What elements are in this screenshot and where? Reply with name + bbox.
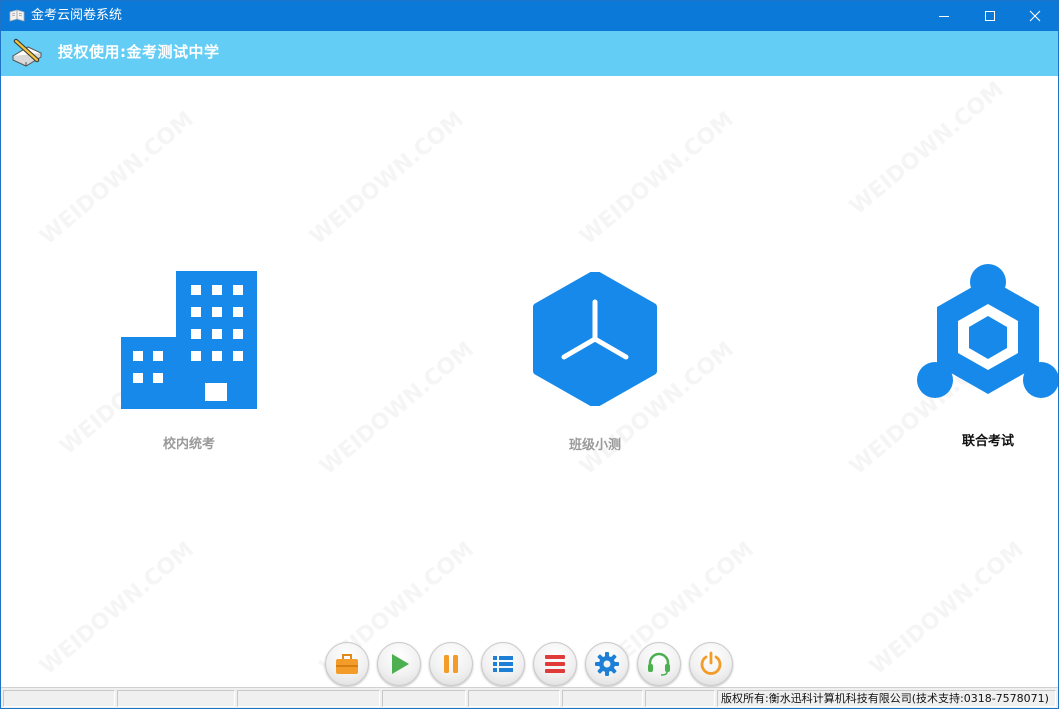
- hexagon-node-icon: [533, 270, 657, 408]
- mode-class-quiz-label: 班级小测: [568, 438, 621, 453]
- settings-button[interactable]: [585, 642, 629, 686]
- briefcase-icon: [336, 654, 358, 674]
- watermark-6: WEIDOWN.COM: [315, 337, 479, 480]
- status-cell-5: [468, 690, 560, 707]
- watermark-12: WEIDOWN.COM: [865, 537, 1029, 680]
- pause-icon: [444, 655, 458, 673]
- support-button[interactable]: [637, 642, 681, 686]
- mode-joint-exam-label: 联合考试: [961, 434, 1014, 449]
- mode-school-exam[interactable]: 校内统考: [119, 271, 259, 454]
- close-button[interactable]: [1012, 1, 1058, 31]
- license-text: 授权使用:金考测试中学: [58, 43, 220, 61]
- maximize-icon: [985, 11, 995, 21]
- menu-button[interactable]: [533, 642, 577, 686]
- mode-class-quiz[interactable]: 班级小测: [533, 270, 657, 455]
- app-window: 金考云阅卷系统 授权使用:金考测试中学 WEIDOWN.COM WEIDOWN.…: [0, 0, 1059, 709]
- gear-icon: [595, 652, 619, 676]
- title-bar[interactable]: 金考云阅卷系统: [1, 1, 1058, 31]
- watermark-1: WEIDOWN.COM: [35, 107, 199, 250]
- menu-icon: [545, 655, 565, 673]
- play-button[interactable]: [377, 642, 421, 686]
- status-cell-4: [382, 690, 466, 707]
- watermark-9: WEIDOWN.COM: [35, 537, 199, 680]
- minimize-icon: [939, 16, 949, 17]
- close-icon: [1029, 10, 1041, 22]
- status-cell-7: [645, 690, 715, 707]
- headset-icon: [648, 652, 670, 676]
- mode-joint-exam[interactable]: 联合考试: [915, 264, 1058, 451]
- mode-school-exam-label: 校内统考: [162, 437, 215, 452]
- status-bar: 版权所有:衡水迅科计算机科技有限公司(技术支持:0318-7578071): [1, 687, 1058, 708]
- window-title: 金考云阅卷系统: [31, 8, 123, 23]
- briefcase-button[interactable]: [325, 642, 369, 686]
- copyright-text: 版权所有:衡水迅科计算机科技有限公司(技术支持:0318-7578071): [717, 690, 1056, 707]
- watermark-2: WEIDOWN.COM: [305, 107, 469, 250]
- status-cell-6: [562, 690, 643, 707]
- license-header: 授权使用:金考测试中学: [1, 31, 1058, 76]
- maximize-button[interactable]: [967, 1, 1013, 31]
- power-button[interactable]: [689, 642, 733, 686]
- watermark-3: WEIDOWN.COM: [575, 107, 739, 250]
- status-cell-1: [3, 690, 115, 707]
- play-icon: [392, 654, 409, 674]
- power-icon: [700, 651, 722, 675]
- bottom-toolbar: [325, 642, 733, 686]
- building-icon: [121, 271, 257, 409]
- list-icon: [493, 656, 513, 672]
- status-cell-3: [237, 690, 380, 707]
- watermark-4: WEIDOWN.COM: [845, 77, 1009, 220]
- status-cell-2: [117, 690, 235, 707]
- pen-book-icon: [10, 38, 44, 70]
- main-area: WEIDOWN.COM WEIDOWN.COM WEIDOWN.COM WEID…: [1, 76, 1058, 687]
- pause-button[interactable]: [429, 642, 473, 686]
- network-hexagon-icon: [917, 264, 1058, 398]
- list-button[interactable]: [481, 642, 525, 686]
- minimize-button[interactable]: [921, 1, 967, 31]
- book-icon: [9, 8, 25, 24]
